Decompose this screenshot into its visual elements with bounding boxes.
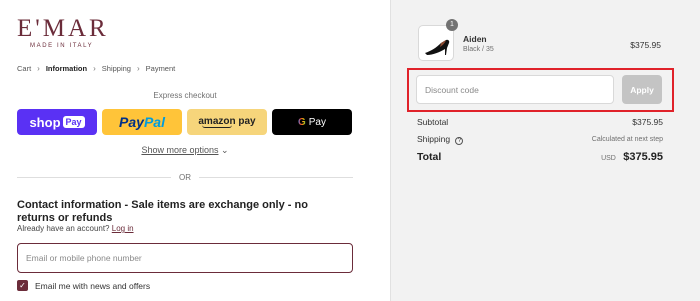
quantity-badge: 1	[446, 19, 458, 31]
breadcrumb-cart[interactable]: Cart	[17, 64, 31, 73]
breadcrumb-shipping: Shipping	[101, 64, 131, 73]
email-field[interactable]	[17, 243, 353, 273]
chevron-right-icon: ›	[37, 64, 40, 73]
account-prompt-row: Already have an account? Log in	[17, 224, 134, 233]
shipping-row: Shipping ? Calculated at next step	[417, 134, 663, 145]
paypal-button[interactable]: Pay Pal	[102, 109, 182, 135]
breadcrumb: Cart › Information › Shipping › Payment	[17, 64, 175, 73]
express-payment-buttons: shop Pay Pay Pal amazon pay G Pay	[17, 109, 352, 135]
show-more-options: Show more options ⌄	[0, 145, 370, 156]
or-divider: OR	[17, 173, 353, 182]
newsletter-label: Email me with news and offers	[35, 280, 151, 291]
contact-heading: Contact information - Sale items are exc…	[17, 199, 308, 224]
shipping-value: Calculated at next step	[591, 136, 663, 143]
total-row: Total USD $375.95	[417, 151, 663, 163]
chevron-down-icon: ⌄	[221, 145, 229, 155]
login-link[interactable]: Log in	[112, 224, 134, 233]
shoe-icon	[425, 39, 450, 55]
or-text: OR	[179, 173, 191, 182]
breadcrumb-information: Information	[45, 64, 88, 73]
total-label: Total	[417, 151, 442, 163]
newsletter-row: ✓ Email me with news and offers	[17, 280, 150, 291]
shop-pay-text: shop	[29, 114, 61, 130]
subtotal-row: Subtotal $375.95	[417, 117, 663, 127]
total-currency: USD	[601, 155, 616, 162]
brand-logo[interactable]: E'MAR MADE IN ITALY	[17, 16, 137, 49]
brand-tagline: MADE IN ITALY	[30, 43, 94, 49]
subtotal-label: Subtotal	[417, 117, 449, 127]
google-g-icon: G	[297, 116, 306, 128]
divider-line	[17, 177, 171, 178]
chevron-right-icon: ›	[93, 64, 96, 73]
total-value: $375.95	[623, 151, 663, 163]
breadcrumb-payment: Payment	[145, 64, 176, 73]
question-circle-icon[interactable]: ?	[455, 137, 464, 145]
apply-discount-button[interactable]: Apply	[622, 75, 662, 104]
shipping-label: Shipping	[417, 134, 451, 144]
product-variant: Black / 35	[463, 46, 494, 53]
express-checkout-title: Express checkout	[153, 91, 217, 100]
paypal-text-b: Pal	[143, 114, 165, 130]
paypal-text-a: Pay	[119, 114, 144, 130]
product-name: Aiden	[463, 34, 487, 44]
checkout-form-panel: E'MAR MADE IN ITALY Cart › Information ›…	[0, 0, 390, 301]
discount-code-input[interactable]	[416, 75, 614, 104]
divider-line	[199, 177, 353, 178]
chevron-right-icon: ›	[136, 64, 140, 73]
brand-name: E'MAR	[17, 15, 109, 42]
show-more-options-link[interactable]: Show more options	[141, 145, 218, 155]
amazon-pay-button[interactable]: amazon pay	[187, 109, 267, 135]
google-pay-button[interactable]: G Pay	[272, 109, 352, 135]
shop-pay-button[interactable]: shop Pay	[17, 109, 97, 135]
subtotal-value: $375.95	[632, 117, 663, 127]
product-price: $375.95	[630, 40, 661, 50]
shop-pay-pill: Pay	[62, 116, 85, 128]
amazon-pay-text: amazon pay	[198, 116, 256, 127]
newsletter-checkbox[interactable]: ✓	[17, 280, 28, 291]
account-prompt: Already have an account?	[17, 224, 110, 233]
google-pay-text: Pay	[308, 116, 326, 128]
